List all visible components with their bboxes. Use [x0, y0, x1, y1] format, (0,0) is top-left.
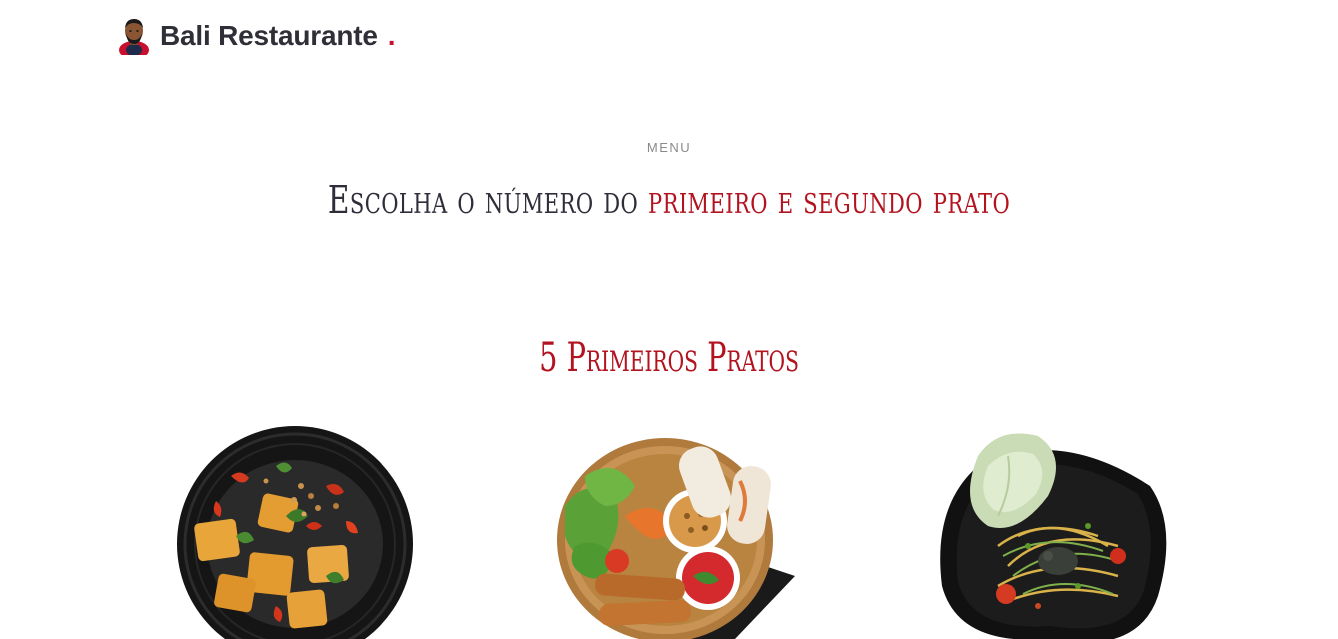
first-courses-heading: 5 Primeiros Pratos: [539, 335, 799, 381]
dish-card-1[interactable]: [176, 426, 416, 639]
brand-name: Bali Restaurante: [160, 20, 378, 51]
headline-accent: primeiro e segundo prato: [648, 178, 1011, 222]
dish-card-3[interactable]: [938, 426, 1170, 639]
spring-roll-basket-image: [557, 438, 795, 639]
section-eyebrow: MENU: [646, 140, 692, 155]
brand-logo-link[interactable]: Bali Restaurante.: [118, 17, 396, 55]
brand-dot: .: [387, 20, 396, 51]
dish-card-2[interactable]: [555, 436, 795, 639]
page: Bali Restaurante. MENU Escolha o número …: [0, 0, 1338, 639]
tofu-bowl-image: [177, 426, 413, 639]
section-headline: Escolha o número do primeiro e segundo p…: [147, 178, 1191, 222]
avatar-icon: [119, 19, 149, 55]
headline-part1: Escolha o número do: [327, 178, 649, 222]
papaya-salad-plate-image: [940, 433, 1167, 639]
